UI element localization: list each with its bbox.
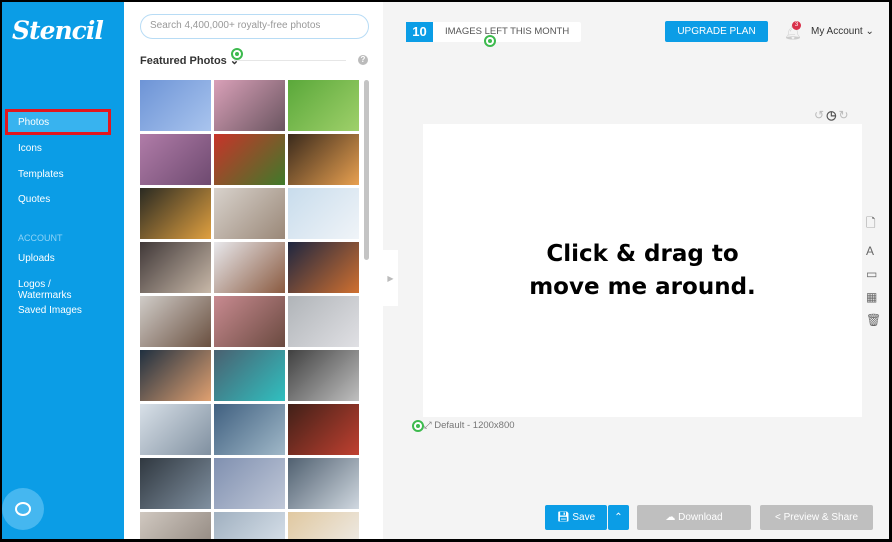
sidebar: Stencil Photos Icons Templates Quotes AC…: [2, 2, 124, 539]
sidebar-item-photos[interactable]: Photos: [5, 109, 111, 135]
download-label: Download: [678, 512, 723, 523]
history-icon[interactable]: ◷: [826, 108, 838, 122]
photo-thumbnail[interactable]: [140, 458, 211, 509]
collapse-panel-button[interactable]: ▶: [383, 250, 398, 306]
canvas-text[interactable]: Click & drag to move me around.: [529, 238, 756, 304]
text-style-icon[interactable]: A: [866, 244, 881, 258]
photo-thumbnail[interactable]: [288, 458, 359, 509]
photo-thumbnail[interactable]: [214, 458, 285, 509]
grid-icon[interactable]: ▦: [866, 290, 881, 304]
photo-thumbnail[interactable]: [214, 188, 285, 239]
photo-thumbnail[interactable]: [288, 512, 359, 539]
share-label: Preview & Share: [783, 512, 859, 523]
sidebar-item-saved-images[interactable]: Saved Images: [8, 300, 108, 320]
sidebar-item-templates[interactable]: Templates: [8, 164, 108, 184]
upgrade-plan-button[interactable]: UPGRADE PLAN: [665, 21, 768, 42]
notification-badge: 3: [792, 21, 801, 30]
photo-thumbnail[interactable]: [214, 242, 285, 293]
cloud-download-icon: ☁: [665, 512, 679, 523]
redo-icon[interactable]: ↻: [839, 108, 851, 122]
resize-icon: ⤢: [424, 420, 432, 431]
photo-thumbnail[interactable]: [140, 134, 211, 185]
photo-thumbnail[interactable]: [214, 80, 285, 131]
chevron-up-icon: ⌃: [614, 512, 623, 523]
featured-photos-dropdown[interactable]: Featured Photos ⌄: [140, 54, 239, 67]
canvas-text-line: Click & drag to: [546, 240, 739, 267]
canvas-tools: 🗋︎ A ▭ ▦ 🗑︎: [866, 214, 881, 327]
chevron-right-icon: ▶: [387, 273, 394, 283]
photo-thumbnail[interactable]: [140, 80, 211, 131]
help-icon[interactable]: ?: [358, 55, 368, 65]
page-icon[interactable]: 🗋︎: [866, 214, 881, 235]
divider: [234, 60, 346, 61]
photo-thumbnail[interactable]: [288, 242, 359, 293]
photo-thumbnail[interactable]: [288, 350, 359, 401]
trash-icon[interactable]: 🗑︎: [866, 313, 881, 327]
section-account: ACCOUNT: [18, 233, 63, 243]
photo-thumbnail[interactable]: [288, 188, 359, 239]
chat-button[interactable]: [2, 488, 44, 530]
photo-thumbnail[interactable]: [214, 134, 285, 185]
chat-icon: [15, 502, 31, 516]
my-account-menu[interactable]: My Account ⌄: [811, 26, 874, 37]
photo-thumbnail[interactable]: [214, 404, 285, 455]
search-input[interactable]: Search 4,400,000+ royalty-free photos: [140, 14, 369, 39]
canvas-size-button[interactable]: ⤢ Default - 1200x800: [424, 420, 515, 431]
sidebar-item-logos[interactable]: Logos / Watermarks: [8, 274, 108, 301]
save-icon: 💾︎: [556, 512, 573, 523]
photo-thumbnail[interactable]: [288, 404, 359, 455]
cursor-marker: [412, 420, 424, 432]
undo-icon[interactable]: ↺: [814, 108, 826, 122]
sidebar-item-icons[interactable]: Icons: [8, 138, 108, 158]
logo: Stencil: [12, 16, 104, 45]
sidebar-item-quotes[interactable]: Quotes: [8, 189, 108, 209]
photo-thumbnail[interactable]: [288, 80, 359, 131]
save-options-button[interactable]: ⌃: [608, 505, 629, 530]
photo-thumbnail[interactable]: [214, 296, 285, 347]
window-icon[interactable]: ▭: [866, 267, 881, 281]
scrollbar[interactable]: [364, 80, 369, 260]
cursor-marker: [231, 48, 243, 60]
save-label: Save: [572, 512, 596, 523]
photo-panel: Search 4,400,000+ royalty-free photos Fe…: [124, 2, 383, 539]
count: 10: [406, 22, 433, 42]
photo-thumbnail[interactable]: [214, 350, 285, 401]
canvas-text-line: move me around.: [529, 273, 756, 300]
photo-thumbnail[interactable]: [214, 512, 285, 539]
photo-grid: [140, 80, 360, 539]
size-label: Default - 1200x800: [434, 420, 515, 431]
photo-thumbnail[interactable]: [140, 188, 211, 239]
photo-thumbnail[interactable]: [140, 296, 211, 347]
canvas[interactable]: Click & drag to move me around.: [423, 124, 862, 417]
photo-thumbnail[interactable]: [140, 512, 211, 539]
photo-thumbnail[interactable]: [140, 404, 211, 455]
download-button[interactable]: ☁ Download: [637, 505, 751, 530]
sidebar-item-uploads[interactable]: Uploads: [8, 248, 108, 268]
photo-thumbnail[interactable]: [140, 242, 211, 293]
share-icon: <: [774, 512, 784, 523]
preview-share-button[interactable]: < Preview & Share: [760, 505, 873, 530]
save-button[interactable]: 💾︎ Save: [545, 505, 607, 530]
history-controls: ↺◷↻: [814, 108, 851, 122]
featured-label: Featured Photos: [140, 55, 227, 67]
photo-thumbnail[interactable]: [288, 296, 359, 347]
photo-thumbnail[interactable]: [288, 134, 359, 185]
account-label: My Account: [811, 26, 863, 37]
cursor-marker: [484, 35, 496, 47]
count-label: IMAGES LEFT THIS MONTH: [445, 26, 570, 37]
photo-thumbnail[interactable]: [140, 350, 211, 401]
